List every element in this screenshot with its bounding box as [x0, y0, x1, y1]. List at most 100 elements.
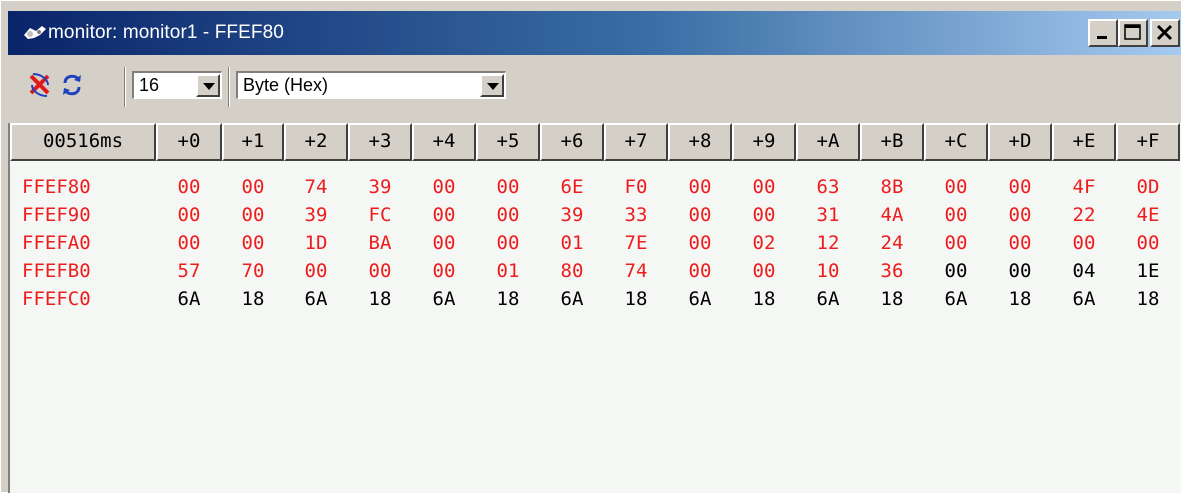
byte-cell[interactable]: 00: [476, 173, 540, 201]
byte-cell[interactable]: 00: [156, 229, 222, 257]
byte-cell[interactable]: 00: [988, 229, 1052, 257]
byte-cell[interactable]: 00: [1116, 229, 1180, 257]
byte-cell[interactable]: 00: [222, 201, 284, 229]
byte-cell[interactable]: 00: [476, 201, 540, 229]
byte-cell[interactable]: 6A: [156, 285, 222, 313]
byte-cell[interactable]: FC: [348, 201, 412, 229]
byte-cell[interactable]: 39: [540, 201, 604, 229]
byte-cell[interactable]: 00: [156, 173, 222, 201]
byte-cell[interactable]: 00: [668, 257, 732, 285]
column-header[interactable]: +4: [412, 123, 476, 161]
byte-cell[interactable]: 00: [924, 173, 988, 201]
byte-cell[interactable]: 74: [604, 257, 668, 285]
columns-select[interactable]: 16: [132, 71, 222, 99]
column-header[interactable]: +3: [348, 123, 412, 161]
column-header[interactable]: +F: [1116, 123, 1180, 161]
stop-update-icon[interactable]: [26, 71, 54, 99]
byte-cell[interactable]: 00: [412, 257, 476, 285]
byte-cell[interactable]: 00: [412, 229, 476, 257]
byte-cell[interactable]: 18: [604, 285, 668, 313]
byte-cell[interactable]: 00: [412, 173, 476, 201]
byte-cell[interactable]: 00: [668, 201, 732, 229]
byte-cell[interactable]: 00: [284, 257, 348, 285]
byte-cell[interactable]: 0D: [1116, 173, 1180, 201]
byte-cell[interactable]: 00: [988, 173, 1052, 201]
byte-cell[interactable]: 18: [1116, 285, 1180, 313]
byte-cell[interactable]: 1E: [1116, 257, 1180, 285]
byte-cell[interactable]: 36: [860, 257, 924, 285]
byte-cell[interactable]: 18: [988, 285, 1052, 313]
column-header[interactable]: +8: [668, 123, 732, 161]
byte-cell[interactable]: 7E: [604, 229, 668, 257]
byte-cell[interactable]: 00: [988, 257, 1052, 285]
byte-cell[interactable]: 18: [860, 285, 924, 313]
column-header[interactable]: +C: [924, 123, 988, 161]
chevron-down-icon[interactable]: [196, 74, 220, 97]
byte-cell[interactable]: F0: [604, 173, 668, 201]
byte-cell[interactable]: 00: [1052, 229, 1116, 257]
byte-cell[interactable]: 6A: [540, 285, 604, 313]
byte-cell[interactable]: 6E: [540, 173, 604, 201]
byte-cell[interactable]: 00: [412, 201, 476, 229]
byte-cell[interactable]: 00: [732, 257, 796, 285]
byte-cell[interactable]: 6A: [412, 285, 476, 313]
column-header[interactable]: +B: [860, 123, 924, 161]
column-header[interactable]: +A: [796, 123, 860, 161]
byte-cell[interactable]: 70: [222, 257, 284, 285]
byte-cell[interactable]: 39: [284, 201, 348, 229]
byte-cell[interactable]: 31: [796, 201, 860, 229]
byte-cell[interactable]: 8B: [860, 173, 924, 201]
byte-cell[interactable]: 00: [222, 229, 284, 257]
byte-cell[interactable]: 00: [476, 229, 540, 257]
byte-cell[interactable]: 12: [796, 229, 860, 257]
byte-cell[interactable]: 00: [732, 201, 796, 229]
byte-cell[interactable]: 6A: [924, 285, 988, 313]
maximize-button[interactable]: [1118, 19, 1148, 47]
refresh-icon[interactable]: [58, 71, 86, 99]
byte-cell[interactable]: 63: [796, 173, 860, 201]
byte-cell[interactable]: 6A: [284, 285, 348, 313]
chevron-down-icon[interactable]: [480, 74, 504, 97]
byte-cell[interactable]: 00: [222, 173, 284, 201]
byte-cell[interactable]: 00: [924, 257, 988, 285]
byte-cell[interactable]: 39: [348, 173, 412, 201]
byte-cell[interactable]: 00: [156, 201, 222, 229]
byte-cell[interactable]: 02: [732, 229, 796, 257]
byte-cell[interactable]: 4A: [860, 201, 924, 229]
column-header[interactable]: +7: [604, 123, 668, 161]
format-select[interactable]: Byte (Hex): [236, 71, 506, 99]
memory-grid[interactable]: 00516ms +0 +1 +2 +3 +4 +5 +6 +7 +8 +9 +A +B +C +D +E +F F…: [8, 123, 1181, 493]
close-button[interactable]: [1150, 19, 1180, 47]
column-header[interactable]: +2: [284, 123, 348, 161]
byte-cell[interactable]: 18: [476, 285, 540, 313]
byte-cell[interactable]: 33: [604, 201, 668, 229]
column-header[interactable]: +5: [476, 123, 540, 161]
byte-cell[interactable]: 4F: [1052, 173, 1116, 201]
byte-cell[interactable]: 1D: [284, 229, 348, 257]
byte-cell[interactable]: 00: [988, 201, 1052, 229]
byte-cell[interactable]: 01: [476, 257, 540, 285]
byte-cell[interactable]: 00: [732, 173, 796, 201]
byte-cell[interactable]: 01: [540, 229, 604, 257]
minimize-button[interactable]: [1088, 19, 1118, 47]
byte-cell[interactable]: 80: [540, 257, 604, 285]
byte-cell[interactable]: 18: [732, 285, 796, 313]
byte-cell[interactable]: 24: [860, 229, 924, 257]
column-header[interactable]: +9: [732, 123, 796, 161]
byte-cell[interactable]: 00: [668, 173, 732, 201]
byte-cell[interactable]: 18: [222, 285, 284, 313]
byte-cell[interactable]: 6A: [668, 285, 732, 313]
byte-cell[interactable]: 6A: [796, 285, 860, 313]
title-bar[interactable]: monitor: monitor1 - FFEF80: [8, 11, 1181, 55]
byte-cell[interactable]: 4E: [1116, 201, 1180, 229]
column-header[interactable]: +1: [222, 123, 284, 161]
byte-cell[interactable]: 10: [796, 257, 860, 285]
byte-cell[interactable]: 00: [668, 229, 732, 257]
byte-cell[interactable]: 18: [348, 285, 412, 313]
byte-cell[interactable]: 00: [924, 201, 988, 229]
byte-cell[interactable]: BA: [348, 229, 412, 257]
byte-cell[interactable]: 04: [1052, 257, 1116, 285]
column-header[interactable]: +E: [1052, 123, 1116, 161]
byte-cell[interactable]: 6A: [1052, 285, 1116, 313]
byte-cell[interactable]: 00: [924, 229, 988, 257]
